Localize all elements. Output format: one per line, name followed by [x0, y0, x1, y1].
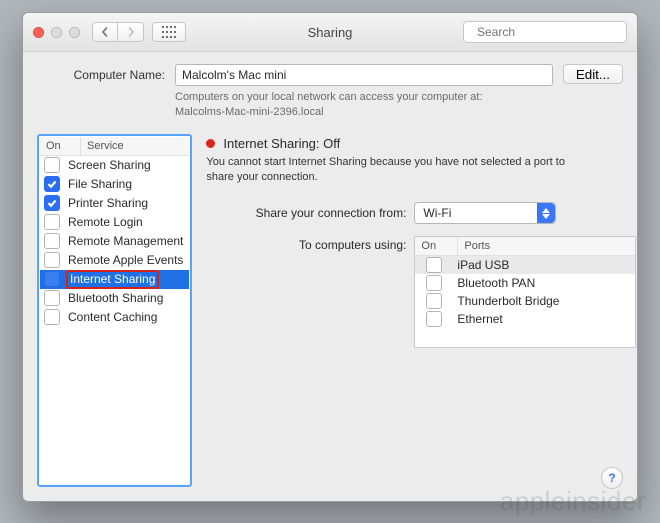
checkbox[interactable] — [426, 293, 442, 309]
ports-table[interactable]: On Ports iPad USB Bluetooth PAN Thunderbol… — [414, 236, 636, 348]
checkbox[interactable] — [44, 176, 60, 192]
service-label: Internet Sharing — [66, 270, 185, 289]
service-label: Printer Sharing — [66, 196, 185, 210]
grid-icon — [162, 26, 176, 38]
share-from-label: Share your connection from: — [206, 206, 406, 220]
col-on: On — [40, 137, 81, 155]
service-row[interactable]: File Sharing — [40, 175, 189, 194]
port-label: Thunderbolt Bridge — [455, 294, 631, 308]
titlebar: Sharing — [23, 13, 637, 52]
detail-pane: Internet Sharing: Off You cannot start I… — [206, 134, 636, 487]
port-label: Bluetooth PAN — [455, 276, 631, 290]
status-text: Internet Sharing: Off — [223, 136, 340, 151]
service-label: Content Caching — [66, 310, 185, 324]
search-field[interactable] — [463, 21, 627, 43]
checkbox[interactable] — [44, 252, 60, 268]
port-row[interactable]: Ethernet — [415, 310, 635, 328]
service-row[interactable]: Remote Apple Events — [40, 251, 189, 270]
window-controls — [33, 27, 80, 38]
service-label: Remote Apple Events — [66, 253, 185, 267]
ports-col-on: On — [415, 237, 458, 255]
share-from-value: Wi-Fi — [415, 206, 537, 220]
computer-name-field[interactable]: Malcolm's Mac mini — [175, 64, 553, 86]
nav-back-forward — [92, 22, 144, 42]
checkbox[interactable] — [44, 214, 60, 230]
port-row[interactable]: Thunderbolt Bridge — [415, 292, 635, 310]
checkbox[interactable] — [44, 157, 60, 173]
checkbox[interactable] — [426, 275, 442, 291]
checkbox[interactable] — [44, 195, 60, 211]
computer-name-hint: Computers on your local network can acce… — [175, 90, 553, 120]
service-row[interactable]: Printer Sharing — [40, 194, 189, 213]
checkbox[interactable] — [44, 233, 60, 249]
service-row[interactable]: Bluetooth Sharing — [40, 289, 189, 308]
zoom-window-button[interactable] — [69, 27, 80, 38]
service-row[interactable]: Remote Management — [40, 232, 189, 251]
service-label: Remote Management — [66, 234, 185, 248]
ports-header: On Ports — [415, 237, 635, 256]
port-row[interactable]: iPad USB — [415, 256, 635, 274]
service-row[interactable]: Content Caching — [40, 308, 189, 327]
ports-col-ports: Ports — [458, 237, 635, 255]
service-row[interactable]: Remote Login — [40, 213, 189, 232]
services-table[interactable]: On Service Screen Sharing File Sharing Pri… — [37, 134, 192, 487]
port-label: Ethernet — [455, 312, 631, 326]
services-header: On Service — [40, 137, 189, 156]
to-computers-label: To computers using: — [206, 236, 406, 252]
back-button[interactable] — [92, 22, 118, 42]
show-all-button[interactable] — [152, 22, 186, 42]
help-icon: ? — [608, 471, 615, 485]
edit-hostname-button[interactable]: Edit... — [563, 64, 623, 84]
port-label: iPad USB — [455, 258, 631, 272]
computer-name-value: Malcolm's Mac mini — [182, 68, 286, 82]
minimize-window-button[interactable] — [51, 27, 62, 38]
checkbox[interactable] — [426, 311, 442, 327]
checkbox[interactable] — [426, 257, 442, 273]
computer-name-row: Computer Name: Malcolm's Mac mini Comput… — [37, 64, 623, 120]
port-row[interactable]: Bluetooth PAN — [415, 274, 635, 292]
checkbox[interactable] — [44, 290, 60, 306]
popup-arrows-icon — [537, 203, 555, 223]
prefs-window: Sharing Computer Name: Malcolm's Mac min… — [22, 12, 638, 502]
service-row[interactable]: Internet Sharing — [40, 270, 189, 289]
status-line: Internet Sharing: Off — [206, 136, 636, 151]
service-label: Screen Sharing — [66, 158, 185, 172]
checkbox[interactable] — [44, 271, 60, 287]
service-row[interactable]: Screen Sharing — [40, 156, 189, 175]
close-window-button[interactable] — [33, 27, 44, 38]
help-button[interactable]: ? — [601, 467, 623, 489]
forward-button[interactable] — [118, 22, 144, 42]
service-label: Bluetooth Sharing — [66, 291, 185, 305]
status-indicator-icon — [206, 139, 215, 148]
computer-name-label: Computer Name: — [37, 64, 165, 82]
status-explain: You cannot start Internet Sharing becaus… — [206, 155, 566, 185]
service-label: File Sharing — [66, 177, 185, 191]
col-service: Service — [81, 137, 189, 155]
checkbox[interactable] — [44, 309, 60, 325]
share-from-popup[interactable]: Wi-Fi — [414, 202, 556, 224]
search-input[interactable] — [475, 24, 634, 40]
service-label: Remote Login — [66, 215, 185, 229]
